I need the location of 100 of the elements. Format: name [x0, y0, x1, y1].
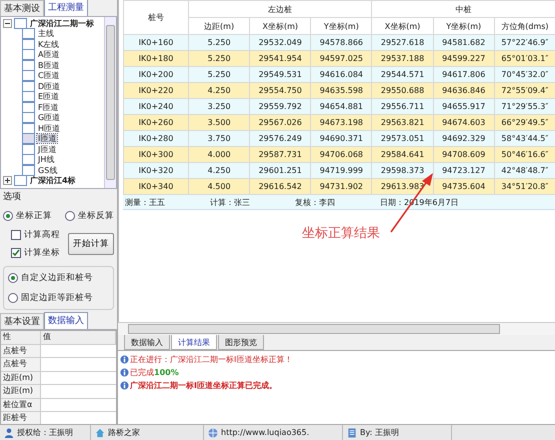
tree-item[interactable]: 广深沿江4标 — [29, 176, 77, 186]
panel-tab[interactable]: 基本设置 — [0, 313, 44, 329]
property-name: 点桩号 — [1, 358, 41, 370]
table-cell: 29573.051 — [372, 130, 434, 146]
table-cell: 94597.025 — [310, 50, 372, 66]
result-tab[interactable]: 计算结果 — [171, 335, 217, 350]
tree-item[interactable]: I匝道 — [37, 134, 58, 144]
column-header: Y坐标(m) — [433, 18, 494, 34]
checkbox-icon[interactable] — [22, 38, 35, 50]
tree-item[interactable]: D匝道 — [37, 82, 62, 91]
tree-item[interactable]: E匝道 — [37, 92, 60, 102]
table-cell: 50°46′16.6″ — [494, 146, 555, 162]
checkbox-icon[interactable] — [22, 70, 35, 82]
tree-item[interactable]: B匝道 — [37, 60, 60, 70]
table-cell: 66°29′49.5″ — [494, 114, 555, 130]
table-cell: IK0+200 — [124, 66, 188, 82]
expander-icon[interactable] — [3, 176, 12, 186]
table-cell: 3.250 — [188, 98, 250, 114]
globe-icon — [208, 428, 218, 438]
property-name: 桩位置α — [1, 398, 41, 411]
table-cell: 94706.068 — [310, 146, 372, 162]
property-name: 边距(m) — [1, 372, 41, 384]
checkbox-icon[interactable] — [22, 49, 35, 60]
panel-tab[interactable]: 工程测量 — [44, 0, 88, 16]
tree-item[interactable]: 主线 — [37, 29, 55, 38]
scrollbar[interactable] — [118, 322, 555, 335]
column-header: X坐标(m) — [250, 18, 311, 34]
radio-option[interactable]: 固定边距等距桩号 — [8, 292, 109, 304]
table-cell: 5.250 — [188, 50, 250, 66]
table-cell: 29601.251 — [250, 162, 311, 178]
scrollbar[interactable] — [104, 17, 116, 188]
table-cell: 94617.806 — [433, 66, 494, 82]
table-cell: 29541.954 — [250, 50, 311, 66]
radio-option[interactable]: 自定义边距和桩号 — [8, 272, 109, 284]
checkbox-icon[interactable] — [14, 175, 27, 186]
table-cell: 94581.682 — [433, 34, 494, 50]
table-cell: 4.500 — [188, 178, 250, 194]
column-header: X坐标(m) — [372, 18, 434, 34]
table-cell: 94692.329 — [433, 130, 494, 146]
checkbox-option[interactable]: 计算坐标 — [11, 247, 60, 259]
radio-option[interactable]: 坐标正算 — [3, 210, 52, 222]
tree-item[interactable]: H匝道 — [37, 124, 62, 133]
table-cell: IK0+280 — [124, 130, 188, 146]
tree-item[interactable]: K左线 — [37, 40, 60, 49]
checkbox-icon[interactable] — [11, 248, 21, 258]
table-cell: 42°48′48.7″ — [494, 162, 555, 178]
checkbox-icon[interactable] — [22, 112, 35, 124]
start-button[interactable]: 开始计算 — [68, 233, 114, 255]
expander-icon[interactable] — [3, 18, 12, 28]
tree-item[interactable]: F匝道 — [37, 102, 60, 112]
table-cell: 70°45′32.0″ — [494, 66, 555, 82]
panel-tab[interactable]: 基本测设 — [0, 0, 44, 16]
column-header: 桩号 — [124, 0, 188, 34]
house-icon — [95, 428, 105, 438]
document-icon — [347, 428, 357, 438]
table-cell: 3.750 — [188, 130, 250, 146]
table-cell: 72°55′09.4″ — [494, 82, 555, 98]
radio-option[interactable]: 坐标反算 — [65, 210, 114, 222]
result-tab[interactable]: 图形预览 — [218, 335, 264, 350]
panel-tab[interactable]: 数据输入 — [44, 312, 88, 329]
checkbox-icon[interactable] — [11, 230, 21, 240]
table-cell: 29567.026 — [250, 114, 311, 130]
checkbox-icon[interactable] — [22, 91, 35, 102]
table-cell: 29527.618 — [372, 34, 434, 50]
checkbox-icon[interactable] — [22, 80, 35, 92]
tree-item[interactable]: 广深沿江二期一标 — [29, 18, 95, 28]
tree-item[interactable]: JH线 — [37, 155, 56, 164]
table-cell: 57°22′46.9″ — [494, 34, 555, 50]
checkbox-icon[interactable] — [22, 60, 35, 71]
tree-item[interactable]: GS线 — [37, 166, 58, 175]
column-header: Y坐标(m) — [310, 18, 372, 34]
result-tab[interactable]: 数据输入 — [124, 335, 170, 350]
table-cell: 4.250 — [188, 162, 250, 178]
status-text: By: 王振明 — [360, 427, 399, 438]
table-cell: IK0+240 — [124, 98, 188, 114]
checkbox-icon[interactable] — [22, 154, 35, 166]
checkbox-icon[interactable] — [22, 144, 35, 155]
property-name: 距桩号 — [1, 412, 41, 424]
table-cell: 94731.902 — [310, 178, 372, 194]
checkbox-icon[interactable] — [22, 28, 35, 40]
table-cell: 94578.866 — [310, 34, 372, 50]
table-cell: 29559.792 — [250, 98, 311, 114]
property-name: 点桩号 — [1, 344, 41, 357]
table-cell: 29549.531 — [250, 66, 311, 82]
footer-text: 测量：王五 — [125, 196, 166, 208]
tree-item[interactable]: G匝道 — [37, 113, 62, 122]
checkbox-icon[interactable] — [22, 133, 35, 144]
checkbox-icon[interactable] — [22, 102, 35, 113]
checkbox-icon[interactable] — [22, 164, 35, 176]
checkbox-option[interactable]: 计算高程 — [11, 229, 60, 241]
table-cell: IK0+220 — [124, 82, 188, 98]
checkbox-icon[interactable] — [22, 122, 35, 134]
table-cell: 29576.249 — [250, 130, 311, 146]
tree-item[interactable]: J匝道 — [37, 144, 58, 154]
table-cell: 94616.084 — [310, 66, 372, 82]
tree-item[interactable]: A匝道 — [37, 50, 60, 60]
checkbox-icon[interactable] — [14, 18, 27, 29]
tree-item[interactable]: C匝道 — [37, 71, 61, 80]
column-group-header: 中桩 — [372, 0, 555, 18]
table-cell: 94654.881 — [310, 98, 372, 114]
